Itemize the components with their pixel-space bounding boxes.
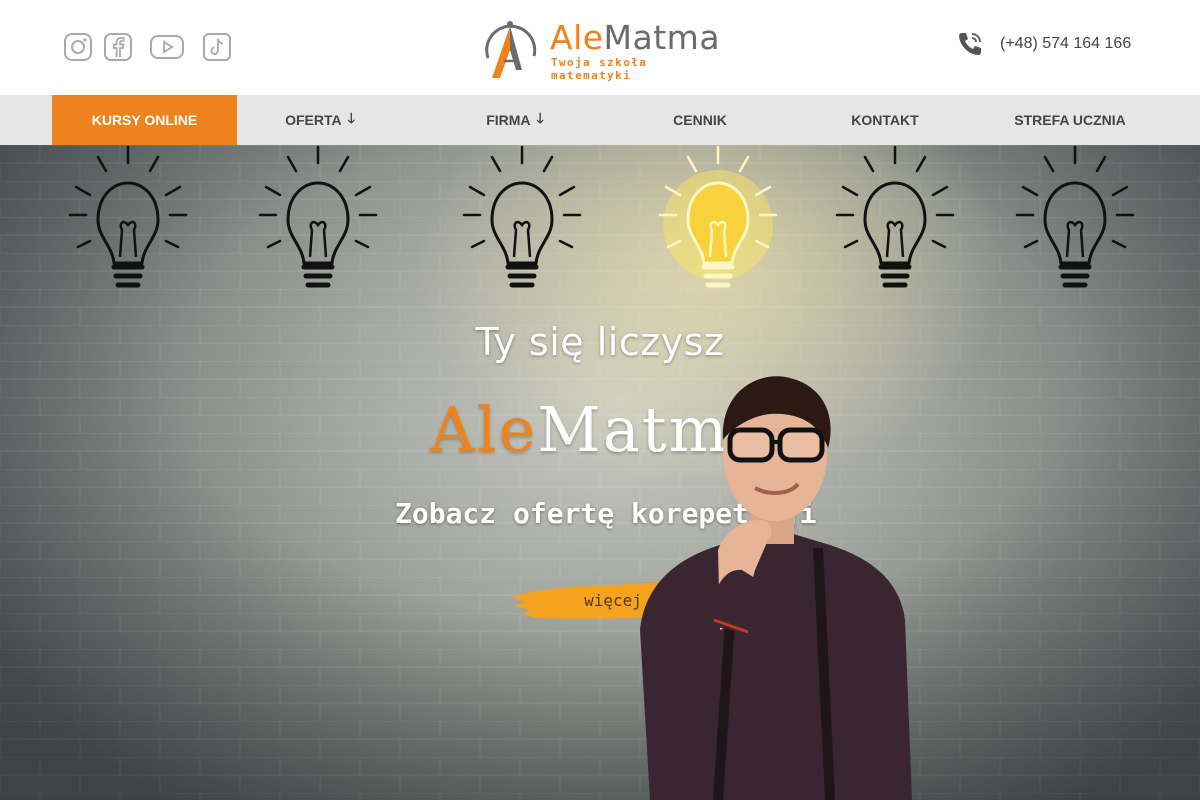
student-photo (640, 376, 912, 800)
nav-item-oferta[interactable]: OFERTA 🡓 (255, 95, 385, 145)
youtube-icon[interactable] (149, 31, 185, 63)
nav-item-cennik[interactable]: CENNIK (640, 95, 760, 145)
compass-logo-icon (485, 21, 537, 78)
main-nav: KURSY ONLINE OFERTA 🡓 FIRMA 🡓 CENNIK KON… (0, 95, 1200, 145)
lightbulbs-illustration (68, 145, 1135, 288)
lit-lightbulb-icon (658, 145, 778, 288)
site-header: AleMatma Twoja szkoła matematyki (+48) 5… (0, 0, 1200, 95)
logo-wordmark: AleMatma (550, 18, 721, 57)
logo-tagline: Twoja szkoła matematyki (551, 56, 648, 82)
nav-label: CENNIK (673, 112, 727, 128)
tiktok-icon[interactable] (201, 31, 233, 63)
nav-item-firma[interactable]: FIRMA 🡓 (450, 95, 580, 145)
lightbulb-icon (1015, 145, 1135, 288)
phone-icon (959, 33, 981, 55)
lightbulb-icon (68, 145, 188, 288)
nav-label: KURSY ONLINE (91, 112, 198, 128)
nav-item-kontakt[interactable]: KONTAKT (825, 95, 945, 145)
hero-banner: Ty się liczysz AleMatma Zobacz ofertę ko… (0, 145, 1200, 800)
phone-contact[interactable]: (+48) 574 164 166 (956, 30, 1131, 58)
arrow-down-icon: 🡓 (536, 110, 544, 126)
hero-headline: Ty się liczysz (475, 320, 725, 364)
site-logo[interactable]: AleMatma Twoja szkoła matematyki (478, 12, 728, 82)
lightbulb-icon (835, 145, 955, 288)
phone-number[interactable]: (+48) 574 164 166 (1000, 35, 1131, 53)
nav-label: OFERTA (285, 112, 342, 128)
nav-item-kursy-online[interactable]: KURSY ONLINE (52, 95, 237, 145)
lightbulb-icon (258, 145, 378, 288)
arrow-down-icon: 🡓 (347, 110, 355, 126)
lightbulb-icon (462, 145, 582, 288)
instagram-icon[interactable] (62, 31, 94, 63)
facebook-icon[interactable] (102, 31, 134, 63)
nav-label: FIRMA (486, 112, 531, 128)
nav-label: KONTAKT (851, 112, 919, 128)
nav-label: STREFA UCZNIA (1014, 112, 1126, 128)
nav-item-strefa-ucznia[interactable]: STREFA UCZNIA (1000, 95, 1140, 145)
